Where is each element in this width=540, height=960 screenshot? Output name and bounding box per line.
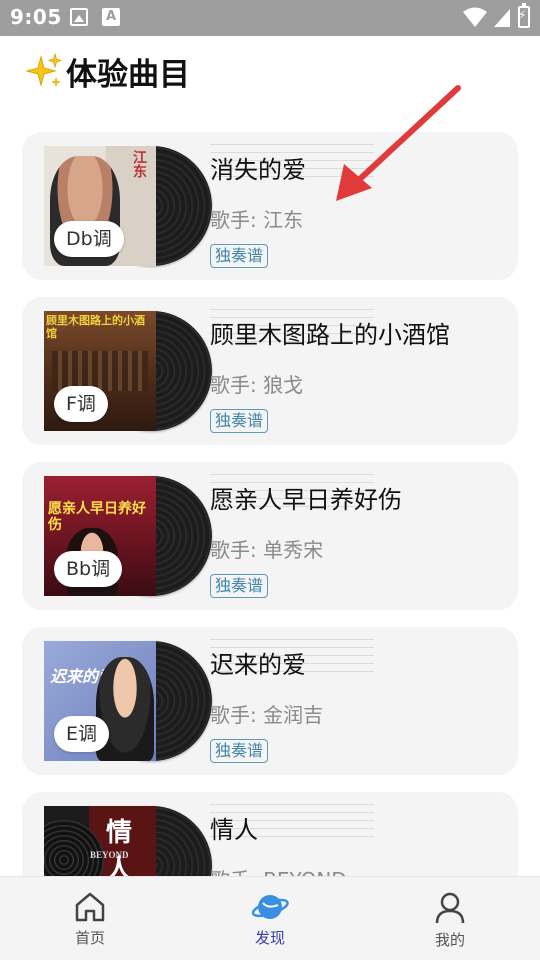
- status-time: 9:05: [10, 5, 62, 29]
- page-header: 体验曲目: [26, 48, 190, 94]
- song-title: 情人: [210, 816, 258, 844]
- nav-item-home[interactable]: 首页: [30, 885, 150, 957]
- song-title: 迟来的爱: [210, 651, 306, 679]
- home-icon: [75, 892, 105, 922]
- cover-text: 情人: [106, 818, 133, 884]
- album-art: 顾里木图路上的小酒馆 F调: [44, 311, 212, 431]
- nav-item-discover[interactable]: 发现: [210, 885, 330, 957]
- page-title: 体验曲目: [66, 56, 190, 93]
- song-card[interactable]: 愿亲人早日养好伤 Bb调 愿亲人早日养好伤 歌手: 单秀宋 独奏谱: [22, 462, 518, 610]
- cover-text: 顾里木图路上的小酒馆: [46, 315, 145, 340]
- song-artist: 歌手: 金润吉: [210, 703, 324, 727]
- cover-text: 江东: [131, 150, 146, 178]
- cover-subtext: BEYOND: [90, 850, 129, 860]
- nav-label-mine: 我的: [434, 931, 465, 949]
- song-card[interactable]: 顾里木图路上的小酒馆 F调 顾里木图路上的小酒馆 歌手: 狼戈 独奏谱: [22, 297, 518, 445]
- nav-label-discover: 发现: [254, 929, 285, 947]
- battery-charging-icon: [518, 3, 530, 28]
- score-type-tag: 独奏谱: [210, 244, 269, 268]
- planet-icon: [251, 895, 289, 919]
- nav-label-home: 首页: [74, 929, 105, 947]
- key-badge: F调: [54, 386, 108, 422]
- key-badge: Db调: [54, 221, 124, 257]
- nav-item-mine[interactable]: 我的: [390, 885, 510, 957]
- song-card[interactable]: 江东 Db调 消失的爱 歌手: 江东 独奏谱: [22, 132, 518, 280]
- song-title: 愿亲人早日养好伤: [210, 486, 402, 514]
- song-title: 顾里木图路上的小酒馆: [210, 321, 450, 349]
- song-artist: 歌手: 狼戈: [210, 373, 304, 397]
- album-art: 江东 Db调: [44, 146, 212, 266]
- sparkle-icon: [26, 52, 63, 87]
- wifi-icon: [463, 7, 487, 27]
- song-title: 消失的爱: [210, 156, 306, 184]
- a-notification-icon: A: [102, 8, 120, 26]
- bottom-nav: 首页 发现 我的: [0, 876, 540, 960]
- key-badge: E调: [54, 716, 110, 752]
- song-artist: 歌手: 江东: [210, 208, 304, 232]
- status-bar: 9:05 A: [0, 0, 540, 36]
- song-artist: 歌手: 单秀宋: [210, 538, 324, 562]
- score-type-tag: 独奏谱: [210, 574, 269, 598]
- score-type-tag: 独奏谱: [210, 409, 269, 433]
- score-type-tag: 独奏谱: [210, 739, 269, 763]
- image-notification-icon: [70, 8, 88, 26]
- key-badge: Bb调: [54, 551, 123, 587]
- signal-icon: [494, 9, 510, 27]
- album-art: 迟来的爱 E调: [44, 641, 212, 761]
- album-art: 愿亲人早日养好伤 Bb调: [44, 476, 212, 596]
- song-card[interactable]: 迟来的爱 E调 迟来的爱 歌手: 金润吉 独奏谱: [22, 627, 518, 775]
- user-icon: [435, 892, 465, 924]
